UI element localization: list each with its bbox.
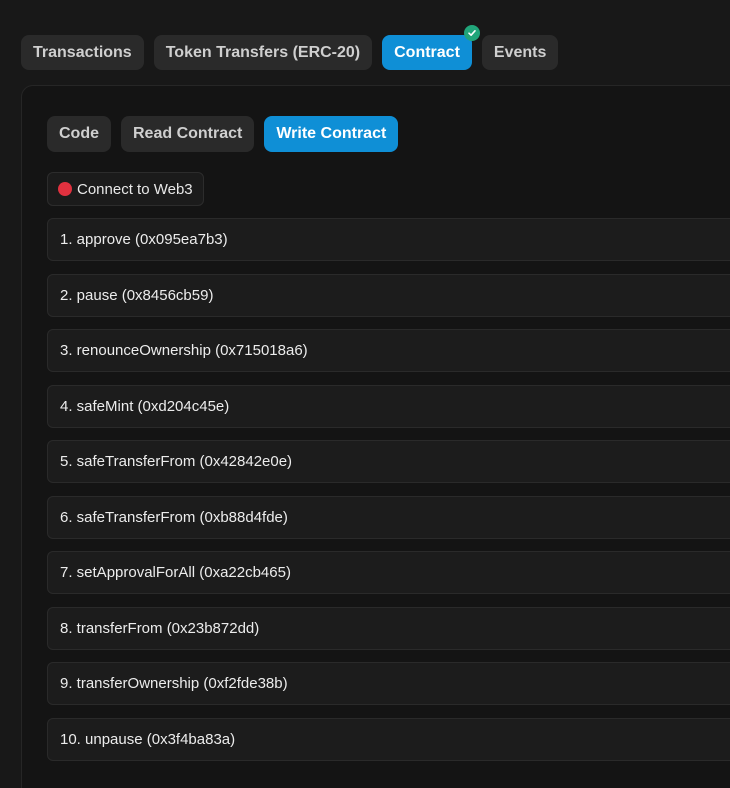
function-item-safe-mint[interactable]: 4. safeMint (0xd204c45e) [47,384,730,428]
page: Transactions Token Transfers (ERC-20) Co… [0,0,730,788]
function-item-approve[interactable]: 1. approve (0x095ea7b3) [47,218,730,261]
function-item-safe-transfer-from-data[interactable]: 6. safeTransferFrom (0xb88d4fde) [47,495,730,539]
function-label: 3. renounceOwnership (0x715018a6) [60,342,308,359]
subtab-code[interactable]: Code [47,116,111,152]
function-label: 9. transferOwnership (0xf2fde38b) [60,675,288,692]
function-item-renounce-ownership[interactable]: 3. renounceOwnership (0x715018a6) [47,329,730,372]
function-item-unpause[interactable]: 10. unpause (0x3f4ba83a) [47,717,730,761]
function-label: 4. safeMint (0xd204c45e) [60,397,230,415]
subtab-write-contract[interactable]: Write Contract [264,116,399,152]
function-item-transfer-ownership[interactable]: 9. transferOwnership (0xf2fde38b) [47,662,730,705]
tab-label: Token Transfers (ERC-20) [165,43,361,61]
subtab-read-contract[interactable]: Read Contract [121,116,255,152]
tab-events[interactable]: Events [481,35,559,70]
contract-subtabs: Code Read Contract Write Contract [47,116,399,152]
subtab-label: Code [59,125,99,142]
red-dot-icon [58,182,72,196]
verified-check-icon [463,25,480,41]
tab-transactions[interactable]: Transactions [21,35,144,70]
function-label: 10. unpause (0x3f4ba83a) [60,730,236,748]
tab-contract[interactable]: Contract [382,25,480,70]
tab-token-transfers[interactable]: Token Transfers (ERC-20) [153,35,373,70]
subtab-label: Read Contract [133,125,243,142]
connect-web3-button[interactable]: Connect to Web3 [47,172,204,206]
tab-label: Contract [394,43,460,61]
function-label: 2. pause (0x8456cb59) [60,286,214,304]
subtab-label: Write Contract [276,125,387,142]
function-item-safe-transfer-from[interactable]: 5. safeTransferFrom (0x42842e0e) [47,440,730,483]
function-label: 5. safeTransferFrom (0x42842e0e) [60,453,293,470]
contract-tabs: Transactions Token Transfers (ERC-20) Co… [21,25,559,70]
function-label: 8. transferFrom (0x23b872dd) [60,619,260,637]
function-item-transfer-from[interactable]: 8. transferFrom (0x23b872dd) [47,606,730,650]
tab-label: Transactions [33,43,132,61]
function-label: 1. approve (0x095ea7b3) [60,231,228,248]
function-item-set-approval-for-all[interactable]: 7. setApprovalForAll (0xa22cb465) [47,551,730,594]
function-item-pause[interactable]: 2. pause (0x8456cb59) [47,273,730,317]
tab-label: Events [493,43,547,61]
connect-label: Connect to Web3 [77,180,193,198]
function-label: 7. setApprovalForAll (0xa22cb465) [60,564,291,581]
write-function-list: 1. approve (0x095ea7b3) 2. pause (0x8456… [47,218,730,773]
function-label: 6. safeTransferFrom (0xb88d4fde) [60,508,288,526]
